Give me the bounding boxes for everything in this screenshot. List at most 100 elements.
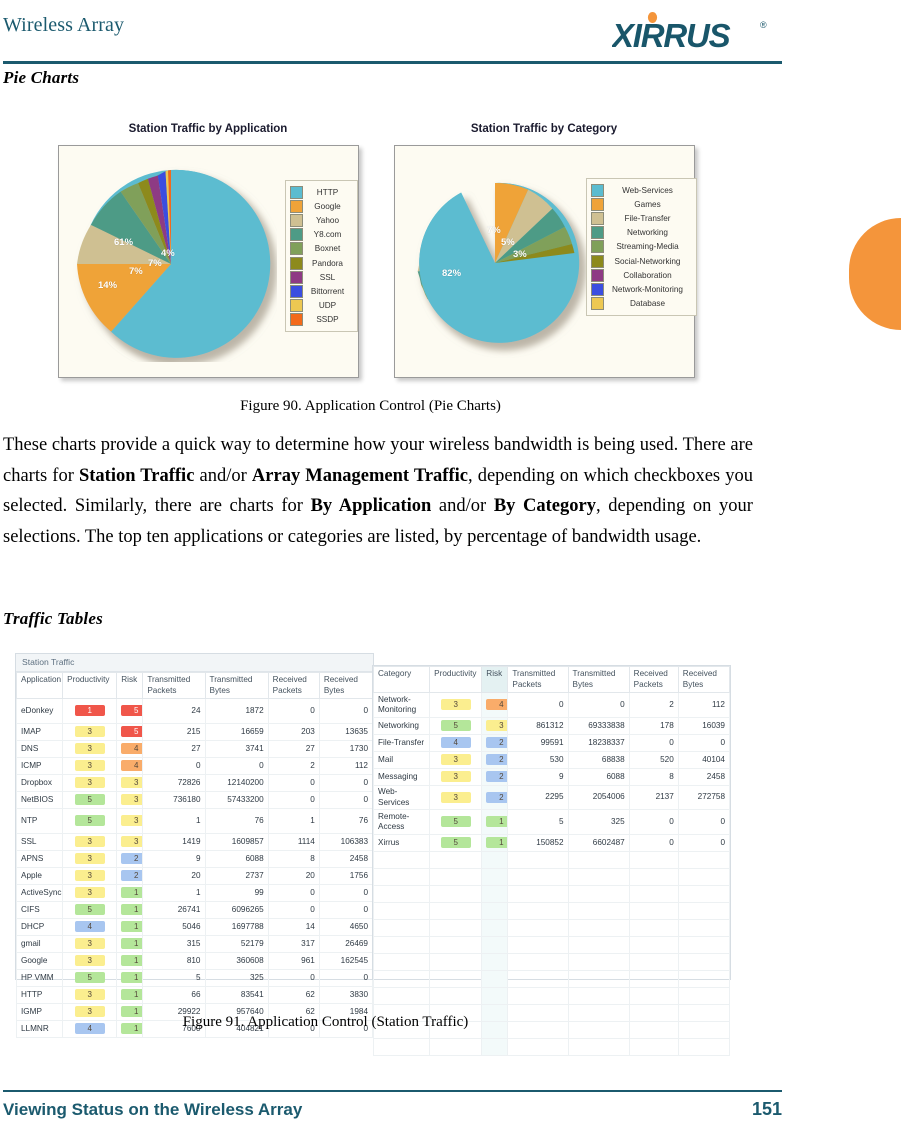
cell-name: ActiveSync: [15, 884, 64, 902]
cell-transmitted-bytes: 325: [567, 809, 630, 835]
risk-badge: 5: [121, 726, 142, 738]
cell-name: APNS: [15, 850, 64, 868]
legend-item: Collaboration: [591, 268, 691, 282]
cell-name: Messaging: [372, 768, 431, 786]
cell-transmitted-bytes: 12140200: [204, 774, 269, 792]
table-row[interactable]: Network-Monitoring 3 4 0 0 2 112: [372, 692, 731, 718]
risk-badge: 2: [486, 737, 507, 749]
legend-swatch-icon: [290, 270, 303, 284]
table-row[interactable]: Dropbox 3 3 72826 12140200 0 0: [15, 774, 374, 792]
footer-page-number: 151: [751, 1099, 782, 1119]
col-transmitted-bytes[interactable]: Transmitted Bytes: [567, 666, 630, 693]
pie-slice-label-boxnet: 4%: [161, 248, 175, 259]
table-row[interactable]: IMAP 3 5 215 16659 203 13635: [15, 723, 374, 741]
cell-empty: [481, 885, 509, 903]
risk-badge: 3: [121, 815, 142, 827]
col-application[interactable]: Application: [15, 672, 64, 699]
cell-name: NetBIOS: [15, 791, 64, 809]
cell-received-bytes: 106383: [318, 833, 374, 851]
col-risk[interactable]: Risk: [481, 666, 509, 693]
table-row[interactable]: Web-Services 3 2 2295 2054006 2137 272758: [372, 785, 731, 810]
table-row[interactable]: CIFS 5 1 26741 6096265 0 0: [15, 901, 374, 919]
footer-rule: [3, 1090, 782, 1092]
cell-productivity: 3: [429, 751, 483, 769]
cell-empty: [628, 919, 679, 937]
table-row-empty: [372, 851, 731, 869]
risk-badge: 4: [121, 743, 142, 755]
table-row[interactable]: DHCP 4 1 5046 1697788 14 4650: [15, 918, 374, 936]
col-transmitted-bytes[interactable]: Transmitted Bytes: [204, 672, 269, 699]
cell-empty: [677, 851, 731, 869]
col-received-bytes[interactable]: Received Bytes: [318, 672, 374, 699]
cell-received-bytes: 0: [318, 698, 374, 724]
productivity-badge: 5: [74, 815, 105, 827]
col-transmitted-packets[interactable]: Transmitted Packets: [142, 672, 206, 699]
risk-badge: 1: [486, 816, 507, 828]
cell-empty: [677, 970, 731, 988]
col-productivity[interactable]: Productivity: [62, 672, 118, 699]
cell-empty: [628, 936, 679, 954]
body-text-e: and/or: [431, 496, 494, 516]
cell-name: Apple: [15, 867, 64, 885]
table-row[interactable]: File-Transfer 4 2 99591 18238337 0 0: [372, 734, 731, 752]
cell-empty: [372, 885, 431, 903]
productivity-badge: 3: [74, 777, 105, 789]
table-row[interactable]: Remote-Access 5 1 5 325 0 0: [372, 809, 731, 835]
table-row[interactable]: gmail 3 1 315 52179 317 26469: [15, 935, 374, 953]
productivity-badge: 3: [74, 870, 105, 882]
cell-name: eDonkey: [15, 698, 64, 724]
table-row-empty: [372, 987, 731, 1005]
cell-productivity: 1: [62, 698, 118, 724]
cell-name: Web-Services: [372, 785, 431, 810]
cell-productivity: 3: [429, 768, 483, 786]
risk-badge: 5: [121, 705, 142, 717]
cell-name: IMAP: [15, 723, 64, 741]
table-row[interactable]: Xirrus 5 1 150852 6602487 0 0: [372, 834, 731, 852]
table-row[interactable]: Messaging 3 2 9 6088 8 2458: [372, 768, 731, 786]
cell-empty: [429, 936, 483, 954]
table-row[interactable]: Networking 5 3 861312 69333838 178 16039: [372, 717, 731, 735]
table-row[interactable]: Mail 3 2 530 68838 520 40104: [372, 751, 731, 769]
col-received-bytes[interactable]: Received Bytes: [677, 666, 731, 693]
cell-received-packets: 0: [628, 734, 679, 752]
table-row[interactable]: DNS 3 4 27 3741 27 1730: [15, 740, 374, 758]
legend-item: SSDP: [290, 313, 352, 327]
cell-empty: [677, 953, 731, 971]
table-row[interactable]: NetBIOS 5 3 736180 57433200 0 0: [15, 791, 374, 809]
risk-badge: 1: [121, 972, 142, 984]
cell-transmitted-packets: 99591: [507, 734, 569, 752]
table-row[interactable]: Apple 3 2 20 2737 20 1756: [15, 867, 374, 885]
table-row[interactable]: HP VMM 5 1 5 325 0 0: [15, 969, 374, 987]
table-row[interactable]: SSL 3 3 1419 1609857 1114 106383: [15, 833, 374, 851]
table-row[interactable]: Google 3 1 810 360608 961 162545: [15, 952, 374, 970]
legend-application: HTTP Google Yahoo Y8.com Boxnet Pandora: [285, 180, 358, 332]
col-transmitted-packets[interactable]: Transmitted Packets: [507, 666, 569, 693]
risk-badge: 3: [486, 720, 507, 732]
cell-risk: 5: [116, 698, 144, 724]
cell-name: NTP: [15, 808, 64, 834]
body-bold-by-application: By Application: [310, 496, 432, 516]
col-category[interactable]: Category: [372, 666, 431, 693]
table-row[interactable]: ICMP 3 4 0 0 2 112: [15, 757, 374, 775]
cell-transmitted-packets: 736180: [142, 791, 206, 809]
table-row[interactable]: ActiveSync 3 1 1 99 0 0: [15, 884, 374, 902]
cell-transmitted-packets: 1419: [142, 833, 206, 851]
table-row[interactable]: APNS 3 2 9 6088 8 2458: [15, 850, 374, 868]
cell-empty: [429, 987, 483, 1005]
cell-transmitted-packets: 5: [507, 809, 569, 835]
table-row[interactable]: eDonkey 1 5 24 1872 0 0: [15, 698, 374, 724]
col-received-packets[interactable]: Received Packets: [267, 672, 320, 699]
table-row[interactable]: HTTP 3 1 66 83541 62 3830: [15, 986, 374, 1004]
col-productivity[interactable]: Productivity: [429, 666, 483, 693]
col-risk[interactable]: Risk: [116, 672, 144, 699]
productivity-badge: 5: [74, 972, 105, 984]
table-row-empty: [372, 902, 731, 920]
cell-empty: [372, 970, 431, 988]
cell-transmitted-bytes: 6088: [204, 850, 269, 868]
legend-swatch-icon: [290, 284, 303, 298]
legend-item: SSL: [290, 270, 352, 284]
col-received-packets[interactable]: Received Packets: [628, 666, 679, 693]
table-row[interactable]: NTP 5 3 1 76 1 76: [15, 808, 374, 834]
cell-empty: [628, 851, 679, 869]
cell-received-packets: 0: [267, 698, 320, 724]
